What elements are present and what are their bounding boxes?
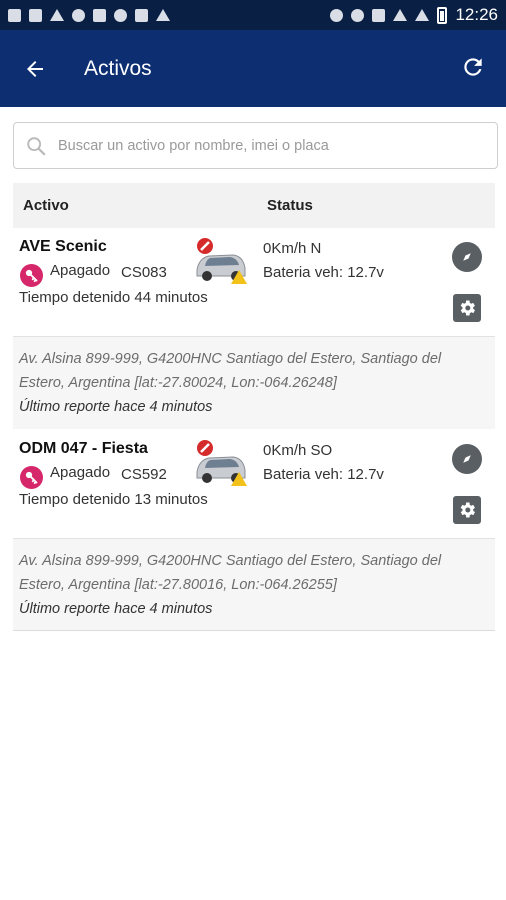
plate-number: CS083 [121, 264, 167, 281]
car-icon [196, 238, 247, 284]
asset-name: ODM 047 - Fiesta [19, 440, 148, 457]
send-icon [50, 9, 64, 21]
asset-name: AVE Scenic [19, 238, 107, 255]
whatsapp-icon [72, 8, 85, 22]
address-block: Av. Alsina 899-999, G4200HNC Santiago de… [13, 539, 495, 630]
notification-icons [8, 8, 170, 22]
navigate-button[interactable] [452, 242, 482, 272]
gear-icon [460, 502, 475, 518]
asset-row[interactable]: ODM 047 - Fiesta Apagado CS592 Tiempo de… [13, 430, 495, 630]
stopped-time: Tiempo detenido 44 minutos [19, 289, 208, 306]
speed-heading: 0Km/h N [263, 240, 322, 257]
search-input[interactable] [58, 137, 478, 154]
compass-icon [463, 455, 471, 463]
alarm-icon [351, 8, 365, 22]
search-box [13, 122, 498, 169]
system-icons: 12:26 [330, 5, 498, 25]
search-icon [14, 122, 58, 169]
mail-icon [29, 8, 42, 22]
table-header: Activo Status [13, 183, 495, 228]
clock: 12:26 [455, 5, 498, 24]
facebook-icon [8, 8, 21, 22]
navigate-button[interactable] [452, 444, 482, 474]
car-icon [196, 440, 247, 486]
app-bar: Activos [0, 30, 506, 107]
vehicle-battery: Bateria veh: 12.7v [263, 466, 384, 483]
signal-icon [415, 9, 430, 21]
block-icon [114, 8, 127, 22]
compass-icon [463, 253, 471, 261]
settings-button[interactable] [453, 496, 481, 524]
key-icon [20, 466, 43, 489]
refresh-icon [464, 58, 482, 76]
status-bar: 12:26 [0, 0, 506, 30]
bluetooth-icon [372, 8, 386, 22]
back-arrow-icon [27, 60, 43, 77]
ignition-state: Apagado [50, 262, 111, 279]
asset-row[interactable]: AVE Scenic Apagado CS083 Tiempo detenido… [13, 228, 495, 431]
gear-icon [460, 300, 475, 316]
location-icon [330, 8, 344, 22]
settings-button[interactable] [453, 294, 481, 322]
plate-number: CS592 [121, 466, 167, 483]
flag-icon [156, 9, 170, 21]
page-title: Activos [84, 56, 152, 80]
column-header-status: Status [267, 197, 313, 214]
key-icon [20, 264, 43, 287]
address-text: Av. Alsina 899-999, G4200HNC Santiago de… [19, 553, 442, 593]
column-header-activo: Activo [23, 197, 69, 214]
refresh-button[interactable] [458, 54, 488, 84]
address-block: Av. Alsina 899-999, G4200HNC Santiago de… [13, 337, 495, 429]
gallery-icon [93, 8, 106, 22]
list-end-divider [13, 630, 495, 631]
wifi-icon [393, 9, 408, 21]
vehicle-battery: Bateria veh: 12.7v [263, 264, 384, 281]
last-report: Último reporte hace 4 minutos [19, 601, 213, 617]
speed-heading: 0Km/h SO [263, 442, 333, 459]
back-button[interactable] [0, 30, 70, 107]
stopped-time: Tiempo detenido 13 minutos [19, 491, 208, 508]
car-icon [135, 8, 148, 22]
ignition-state: Apagado [50, 464, 111, 481]
battery-icon [437, 6, 448, 24]
address-text: Av. Alsina 899-999, G4200HNC Santiago de… [19, 351, 442, 391]
last-report: Último reporte hace 4 minutos [19, 399, 213, 415]
